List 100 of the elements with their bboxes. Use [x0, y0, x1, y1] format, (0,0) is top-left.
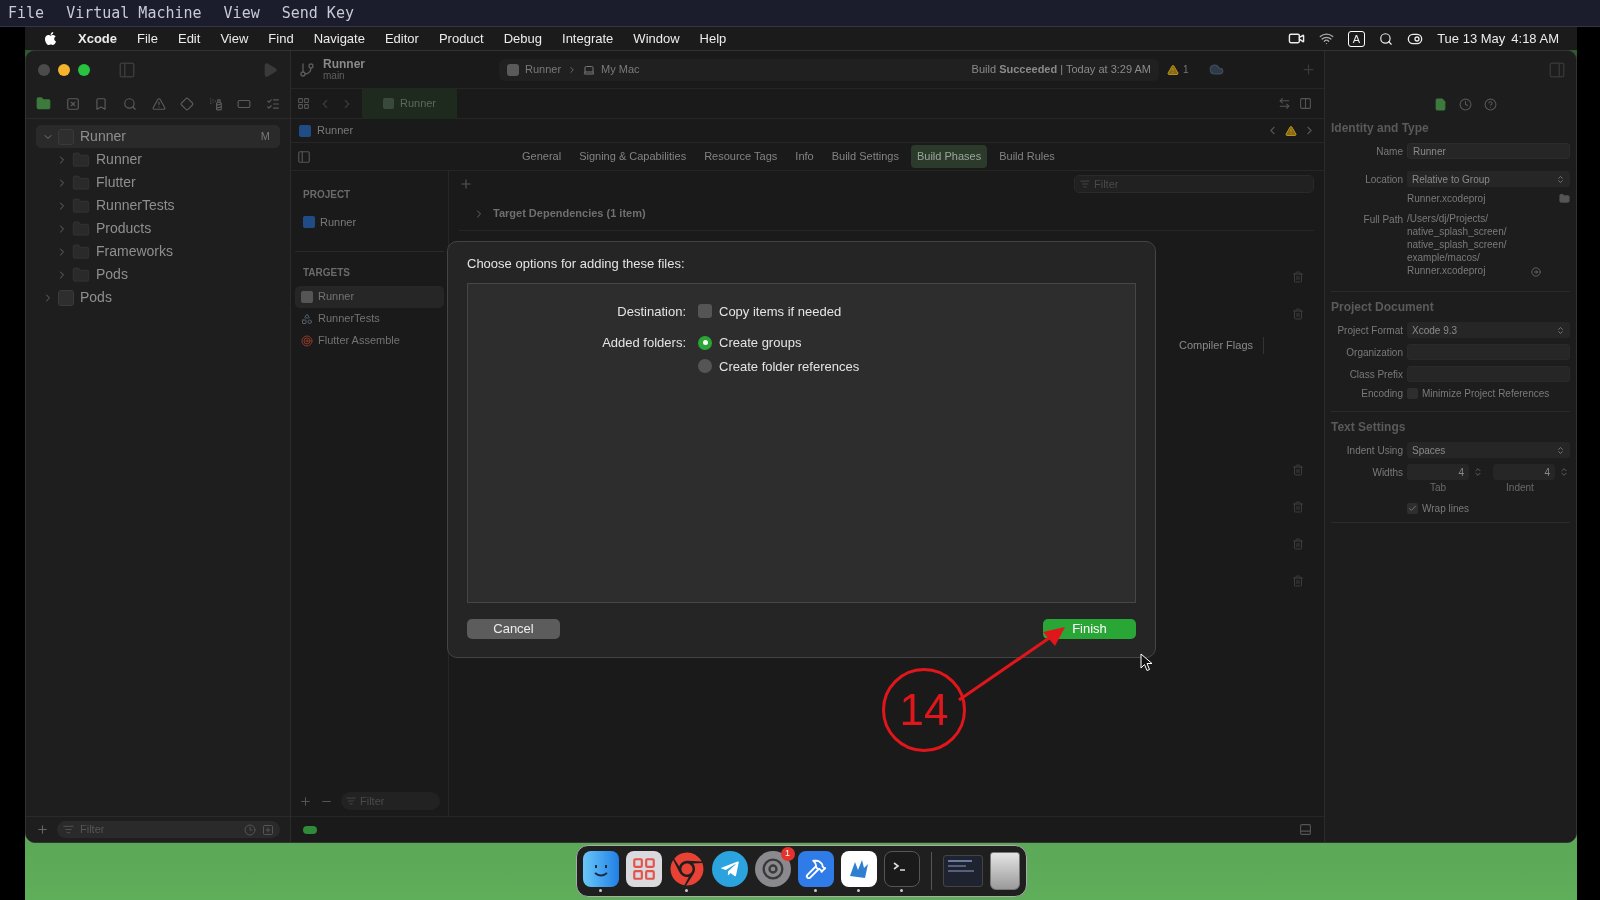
target-item[interactable]: RunnerTests [295, 307, 444, 330]
warning-count[interactable]: 1 [1183, 62, 1189, 77]
coral-icon[interactable] [840, 850, 877, 887]
grid-icon[interactable] [297, 97, 310, 110]
browser-icon[interactable] [668, 850, 705, 887]
minimize-window-button[interactable] [58, 64, 70, 76]
navigator-item[interactable]: RunnerTests [36, 194, 280, 217]
inspector-toggle-icon[interactable] [1548, 61, 1566, 79]
build-phase-title[interactable]: Target Dependencies (1 item) [493, 205, 646, 222]
navigator-item[interactable]: Products [36, 217, 280, 240]
stepper-icon[interactable] [1559, 467, 1569, 477]
warning-icon[interactable] [1285, 124, 1297, 137]
stepper-icon[interactable] [1473, 467, 1483, 477]
menu-bar-date[interactable]: Tue 13 May [1437, 28, 1506, 49]
close-window-button[interactable] [38, 64, 50, 76]
menu-item[interactable]: Find [268, 28, 294, 49]
swap-icon[interactable] [1278, 97, 1291, 110]
menu-item[interactable]: File [8, 1, 45, 25]
project-item[interactable]: Runner [320, 214, 357, 231]
panel-toggle-icon[interactable] [1299, 823, 1312, 836]
menu-item[interactable]: Help [699, 28, 727, 49]
folder-icon[interactable] [1559, 193, 1570, 204]
indent-width-field[interactable]: 4 [1493, 464, 1555, 480]
folder-icon[interactable] [36, 96, 51, 111]
menu-bar-clock[interactable]: 4:18 AM [1511, 28, 1559, 49]
indent-dropdown[interactable]: Spaces [1407, 442, 1570, 458]
branch-icon[interactable] [299, 61, 315, 78]
trash-icon[interactable] [1292, 463, 1304, 476]
settings-tab[interactable]: General [516, 145, 568, 168]
search-icon[interactable] [1379, 31, 1394, 46]
checkbox[interactable] [698, 304, 712, 319]
hammer-icon[interactable] [797, 850, 834, 887]
trash-icon[interactable] [1292, 308, 1304, 320]
menu-item[interactable]: Edit [177, 28, 201, 49]
navigator-item[interactable]: Pods [36, 286, 280, 309]
smiling-face-icon[interactable] [582, 850, 619, 887]
settings-tab[interactable]: Resource Tags [698, 145, 784, 168]
trash-icon[interactable] [1292, 500, 1304, 513]
app-grid-icon[interactable] [625, 850, 662, 887]
help-icon[interactable] [1484, 97, 1497, 111]
navigator-item[interactable]: Runner M [36, 125, 280, 148]
menu-item[interactable]: View [220, 28, 249, 49]
menu-item[interactable]: Debug [503, 28, 543, 49]
menu-item[interactable]: Virtual Machine [66, 1, 202, 25]
list-icon[interactable] [266, 96, 280, 111]
menu-item[interactable]: Navigate [313, 28, 365, 49]
add-icon[interactable] [1301, 62, 1316, 77]
paper-plane-icon[interactable] [711, 850, 748, 887]
split-editor-icon[interactable] [1299, 97, 1312, 110]
settings-tab[interactable]: Build Settings [825, 145, 905, 168]
radio-button[interactable] [698, 335, 712, 350]
branch-name[interactable]: main [323, 69, 365, 82]
add-icon[interactable] [299, 794, 312, 808]
target-item[interactable]: Runner [295, 285, 444, 308]
breadcrumb-item[interactable]: Runner [317, 122, 354, 139]
name-field[interactable]: Runner [1407, 143, 1570, 159]
menu-item[interactable]: Editor [384, 28, 419, 49]
navigator-item[interactable]: Frameworks [36, 240, 280, 263]
apple-logo-icon[interactable] [43, 31, 58, 46]
cancel-button[interactable]: Cancel [467, 618, 560, 639]
project-format-dropdown[interactable]: Xcode 9.3 [1407, 322, 1570, 338]
run-icon[interactable] [262, 62, 278, 78]
navigator-item[interactable]: Runner [36, 148, 280, 171]
square-x-icon[interactable] [65, 96, 80, 111]
menu-item[interactable]: Integrate [562, 28, 614, 49]
bookmark-icon[interactable] [94, 96, 109, 111]
reveal-icon[interactable] [1530, 267, 1541, 277]
terminal-icon[interactable] [883, 850, 920, 887]
window-thumbnail-icon[interactable] [942, 855, 983, 887]
trash-can-icon[interactable] [989, 852, 1020, 890]
recent-icon[interactable] [244, 823, 256, 836]
file-icon[interactable] [1434, 97, 1447, 111]
history-icon[interactable] [1459, 97, 1472, 111]
scheme-name[interactable]: Runner [525, 61, 562, 78]
spray-can-icon[interactable] [208, 96, 223, 111]
project-name[interactable]: Runner [323, 57, 365, 70]
trash-icon[interactable] [1292, 537, 1304, 550]
wifi-icon[interactable] [1318, 31, 1334, 46]
diamond-icon[interactable] [180, 96, 195, 111]
add-icon[interactable] [459, 177, 473, 191]
editor-tab[interactable]: Runner [362, 88, 457, 119]
settings-tab[interactable]: Info [789, 145, 820, 168]
menu-item[interactable]: Product [438, 28, 484, 49]
gear-icon[interactable] [754, 850, 791, 887]
tab-width-field[interactable]: 4 [1407, 464, 1469, 480]
add-icon[interactable] [36, 823, 49, 836]
sidebar-toggle-icon[interactable] [118, 61, 136, 79]
warning-icon[interactable] [1167, 63, 1179, 76]
checkbox[interactable] [1407, 503, 1418, 514]
menu-item[interactable]: File [137, 28, 158, 49]
settings-tab[interactable]: Build Phases [910, 145, 988, 168]
settings-tab[interactable]: Signing & Capabilities [573, 145, 693, 168]
sidebar-toggle-icon[interactable] [297, 149, 311, 164]
menu-item[interactable]: Xcode [78, 28, 117, 49]
status-pill-icon[interactable] [303, 825, 317, 834]
run-destination[interactable]: My Mac [601, 61, 640, 78]
cloud-icon[interactable] [1208, 62, 1224, 77]
navigator-item[interactable]: Pods [36, 263, 280, 286]
input-source-indicator[interactable]: A [1347, 30, 1366, 47]
trash-icon[interactable] [1292, 271, 1304, 283]
